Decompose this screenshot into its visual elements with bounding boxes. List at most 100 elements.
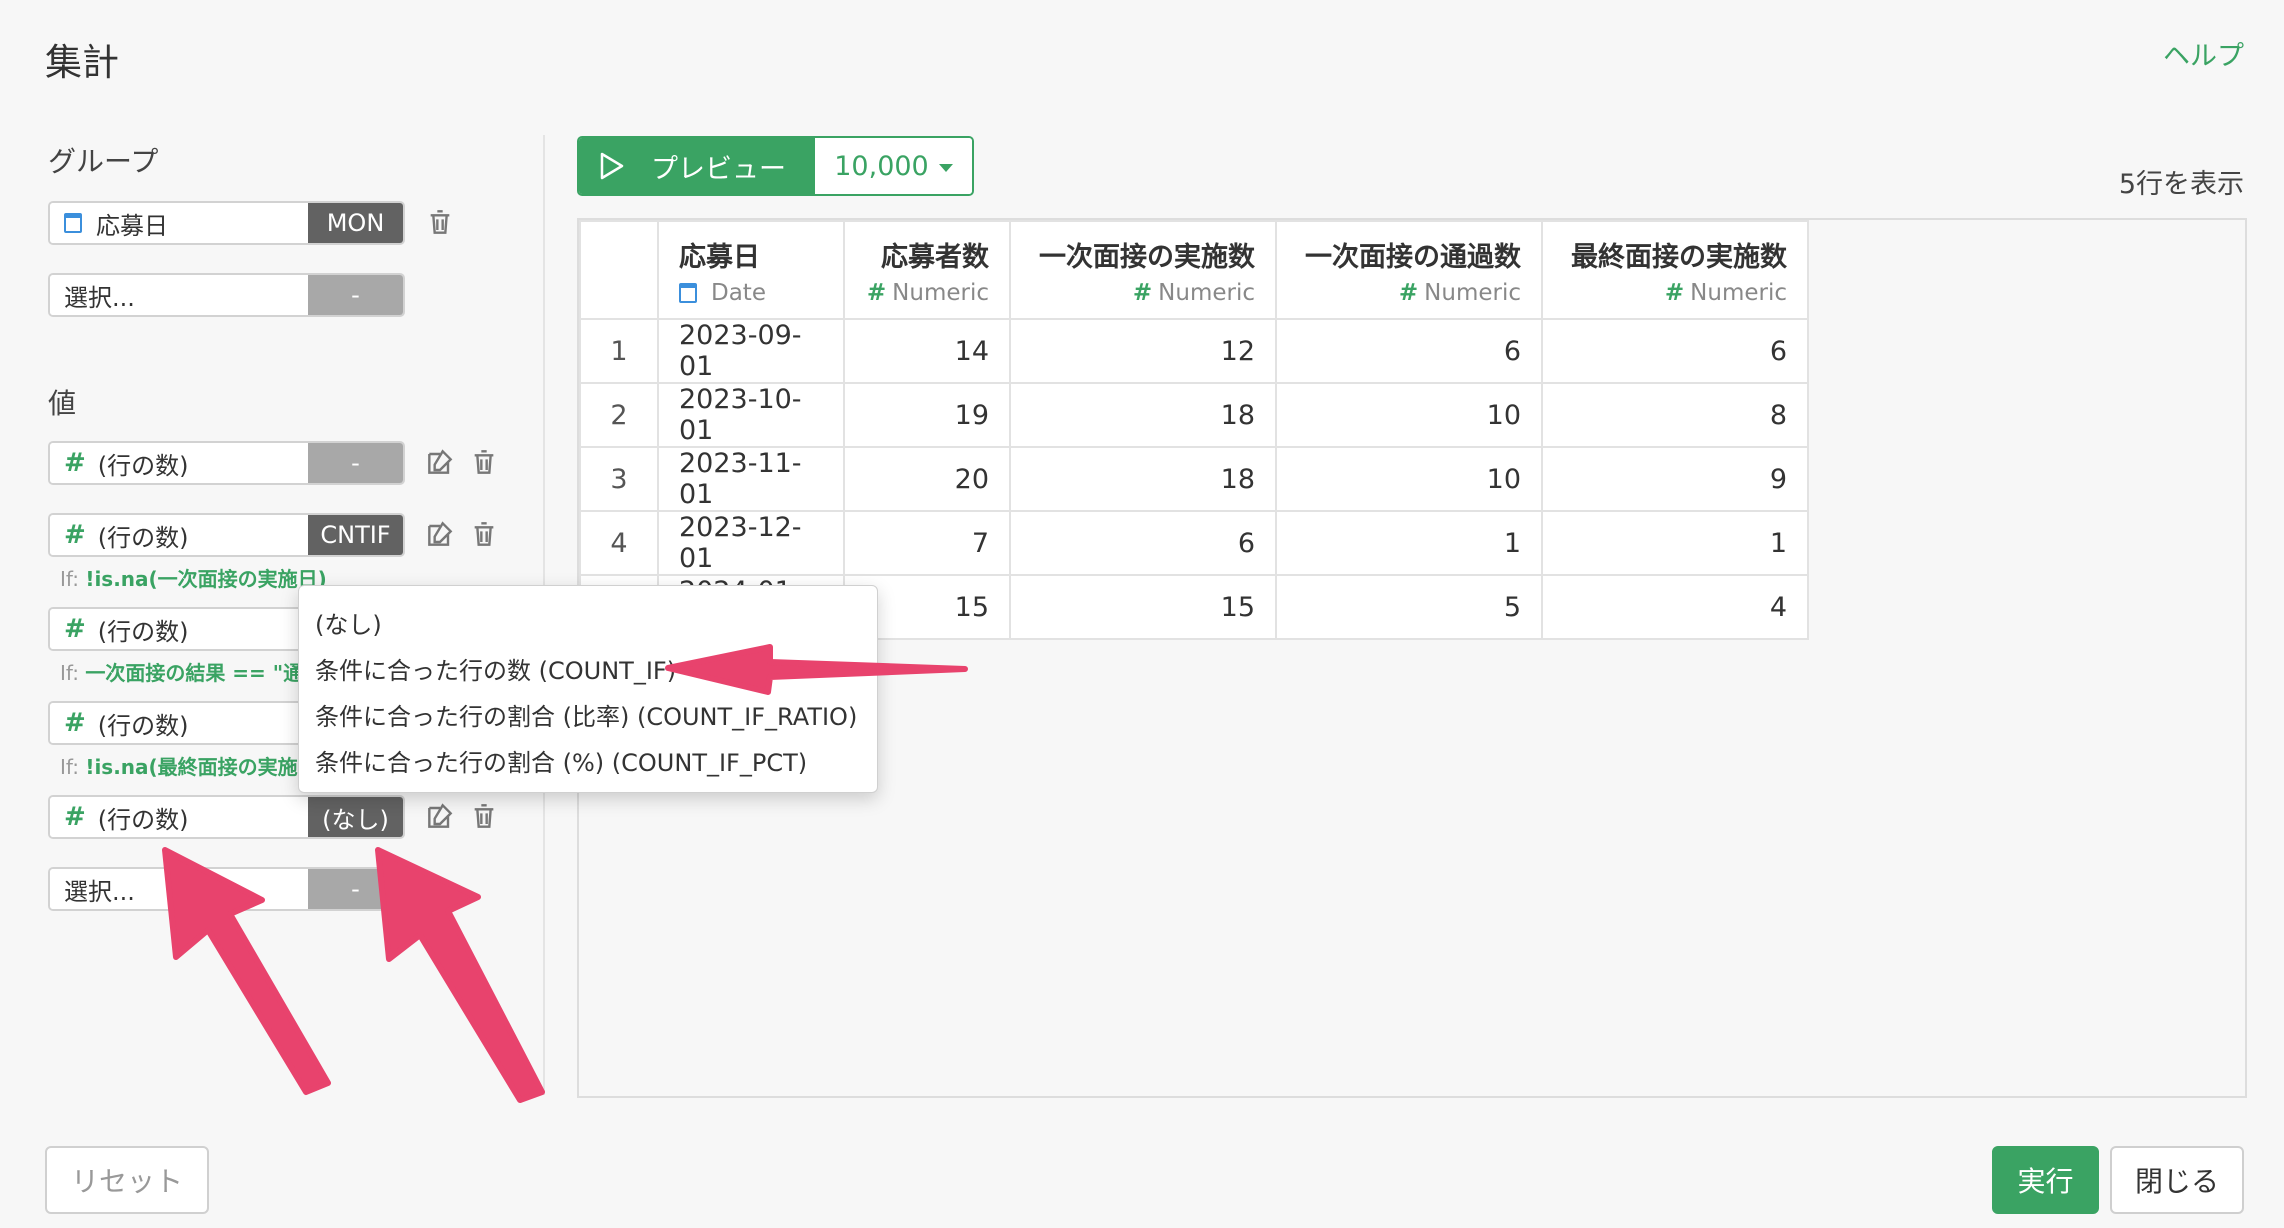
reset-button[interactable]: リセット bbox=[45, 1146, 209, 1214]
trash-icon[interactable] bbox=[424, 206, 456, 238]
table-cell: 4 bbox=[1541, 574, 1809, 640]
value-field-placeholder: 選択... bbox=[64, 877, 135, 906]
trash-icon[interactable] bbox=[468, 518, 500, 550]
row-index: 2 bbox=[579, 382, 659, 448]
table-cell: 2023-09-01 bbox=[657, 318, 845, 384]
trash-icon[interactable] bbox=[468, 800, 500, 832]
table-row: 4 2023-12-01 7 6 1 1 bbox=[579, 510, 1809, 576]
run-button[interactable]: 実行 bbox=[1992, 1146, 2099, 1214]
value-aggregate-select-open[interactable]: (なし) bbox=[308, 797, 403, 837]
row-limit-select[interactable]: 10,000 bbox=[815, 138, 972, 194]
table-header-row: 応募日 Date 応募者数 # Numeric 一次面接の実施数 # Numeric… bbox=[579, 220, 1809, 320]
table-cell: 7 bbox=[843, 510, 1011, 576]
row-index: 3 bbox=[579, 446, 659, 512]
table-cell: 2023-11-01 bbox=[657, 446, 845, 512]
table-cell: 12 bbox=[1009, 318, 1277, 384]
table-cell: 14 bbox=[843, 318, 1011, 384]
value-aggregate-select[interactable]: CNTIF bbox=[308, 515, 403, 555]
table-cell: 10 bbox=[1275, 446, 1543, 512]
condition-text[interactable]: If: 一次面接の結果 == "通 bbox=[60, 657, 303, 686]
trash-icon[interactable] bbox=[468, 446, 500, 478]
row-limit-value: 10,000 bbox=[834, 150, 929, 182]
value-field-name: (行の数) bbox=[97, 523, 189, 552]
table-cell: 9 bbox=[1541, 446, 1809, 512]
numeric-hash-icon: # bbox=[64, 614, 86, 644]
value-field-name: (行の数) bbox=[97, 451, 189, 480]
numeric-hash-icon: # bbox=[64, 448, 86, 478]
condition-text[interactable]: If: !is.na(最終面接の実施 bbox=[60, 751, 298, 780]
row-index: 4 bbox=[579, 510, 659, 576]
table-cell: 1 bbox=[1541, 510, 1809, 576]
table-cell: 18 bbox=[1009, 382, 1277, 448]
play-icon bbox=[600, 152, 624, 180]
table-cell: 2023-10-01 bbox=[657, 382, 845, 448]
value-field-name: (行の数) bbox=[97, 617, 189, 646]
group-field-name: 応募日 bbox=[96, 211, 168, 240]
table-cell: 5 bbox=[1275, 574, 1543, 640]
calendar-icon bbox=[679, 282, 697, 303]
edit-icon[interactable] bbox=[424, 446, 456, 478]
table-cell: 6 bbox=[1541, 318, 1809, 384]
calendar-icon bbox=[64, 213, 82, 233]
numeric-hash-icon: # bbox=[1132, 279, 1153, 306]
numeric-hash-icon: # bbox=[64, 520, 86, 550]
table-cell: 15 bbox=[1009, 574, 1277, 640]
table-cell: 18 bbox=[1009, 446, 1277, 512]
condition-text[interactable]: If: !is.na(一次面接の実施日) bbox=[60, 563, 327, 592]
edit-icon[interactable] bbox=[424, 800, 456, 832]
numeric-hash-icon: # bbox=[64, 802, 86, 832]
table-cell: 20 bbox=[843, 446, 1011, 512]
group-aggregate-select[interactable]: MON bbox=[308, 203, 403, 243]
group-aggregate-select-empty[interactable]: - bbox=[308, 275, 403, 315]
dropdown-option-none[interactable]: (なし) bbox=[299, 602, 877, 648]
dropdown-option-count-if-pct[interactable]: 条件に合った行の割合 (%) (COUNT_IF_PCT) bbox=[299, 740, 877, 786]
value-aggregate-select[interactable]: - bbox=[308, 443, 403, 483]
preview-label: プレビュー bbox=[651, 153, 786, 185]
row-count-text: 5行を表示 bbox=[2118, 169, 2244, 200]
preview-button[interactable]: プレビュー bbox=[579, 138, 815, 194]
numeric-hash-icon: # bbox=[1664, 279, 1685, 306]
table-cell: 6 bbox=[1275, 318, 1543, 384]
column-header[interactable]: 応募者数 # Numeric bbox=[843, 220, 1011, 320]
row-index: 1 bbox=[579, 318, 659, 384]
index-header bbox=[579, 220, 659, 320]
table-cell: 8 bbox=[1541, 382, 1809, 448]
value-field-1[interactable]: # (行の数) - bbox=[48, 441, 405, 485]
value-field-name: (行の数) bbox=[97, 805, 189, 834]
table-row: 1 2023-09-01 14 12 6 6 bbox=[579, 318, 1809, 384]
aggregate-dropdown-menu: (なし) 条件に合った行の数 (COUNT_IF) 条件に合った行の割合 (比率… bbox=[298, 585, 878, 793]
column-header[interactable]: 一次面接の実施数 # Numeric bbox=[1009, 220, 1277, 320]
help-link[interactable]: ヘルプ bbox=[2163, 34, 2244, 73]
column-header[interactable]: 応募日 Date bbox=[657, 220, 845, 320]
table-cell: 19 bbox=[843, 382, 1011, 448]
column-header[interactable]: 一次面接の通過数 # Numeric bbox=[1275, 220, 1543, 320]
value-field-2[interactable]: # (行の数) CNTIF bbox=[48, 513, 405, 557]
value-field-5[interactable]: # (行の数) (なし) bbox=[48, 795, 405, 839]
value-field-name: (行の数) bbox=[97, 711, 189, 740]
values-section-label: 値 bbox=[48, 387, 77, 420]
edit-icon[interactable] bbox=[424, 518, 456, 550]
preview-controls: プレビュー 10,000 bbox=[577, 136, 974, 196]
table-row: 2 2023-10-01 19 18 10 8 bbox=[579, 382, 1809, 448]
group-field-placeholder: 選択... bbox=[64, 283, 135, 312]
table-cell: 1 bbox=[1275, 510, 1543, 576]
dialog-title: 集計 bbox=[45, 41, 119, 84]
value-field-6[interactable]: 選択... - bbox=[48, 867, 405, 911]
dropdown-option-count-if[interactable]: 条件に合った行の数 (COUNT_IF) bbox=[299, 648, 877, 694]
numeric-hash-icon: # bbox=[1398, 279, 1419, 306]
group-field-1[interactable]: 応募日 MON bbox=[48, 201, 405, 245]
caret-down-icon bbox=[938, 164, 953, 172]
table-row: 3 2023-11-01 20 18 10 9 bbox=[579, 446, 1809, 512]
dropdown-option-count-if-ratio[interactable]: 条件に合った行の割合 (比率) (COUNT_IF_RATIO) bbox=[299, 694, 877, 740]
value-aggregate-select-empty[interactable]: - bbox=[308, 869, 403, 909]
numeric-hash-icon: # bbox=[866, 279, 887, 306]
column-header[interactable]: 最終面接の実施数 # Numeric bbox=[1541, 220, 1809, 320]
table-cell: 6 bbox=[1009, 510, 1277, 576]
group-section-label: グループ bbox=[48, 145, 159, 178]
group-field-2[interactable]: 選択... - bbox=[48, 273, 405, 317]
table-cell: 10 bbox=[1275, 382, 1543, 448]
preview-table: 応募日 Date 応募者数 # Numeric 一次面接の実施数 # Numeric… bbox=[579, 220, 1809, 640]
numeric-hash-icon: # bbox=[64, 708, 86, 738]
table-cell: 2023-12-01 bbox=[657, 510, 845, 576]
close-button[interactable]: 閉じる bbox=[2110, 1146, 2244, 1214]
